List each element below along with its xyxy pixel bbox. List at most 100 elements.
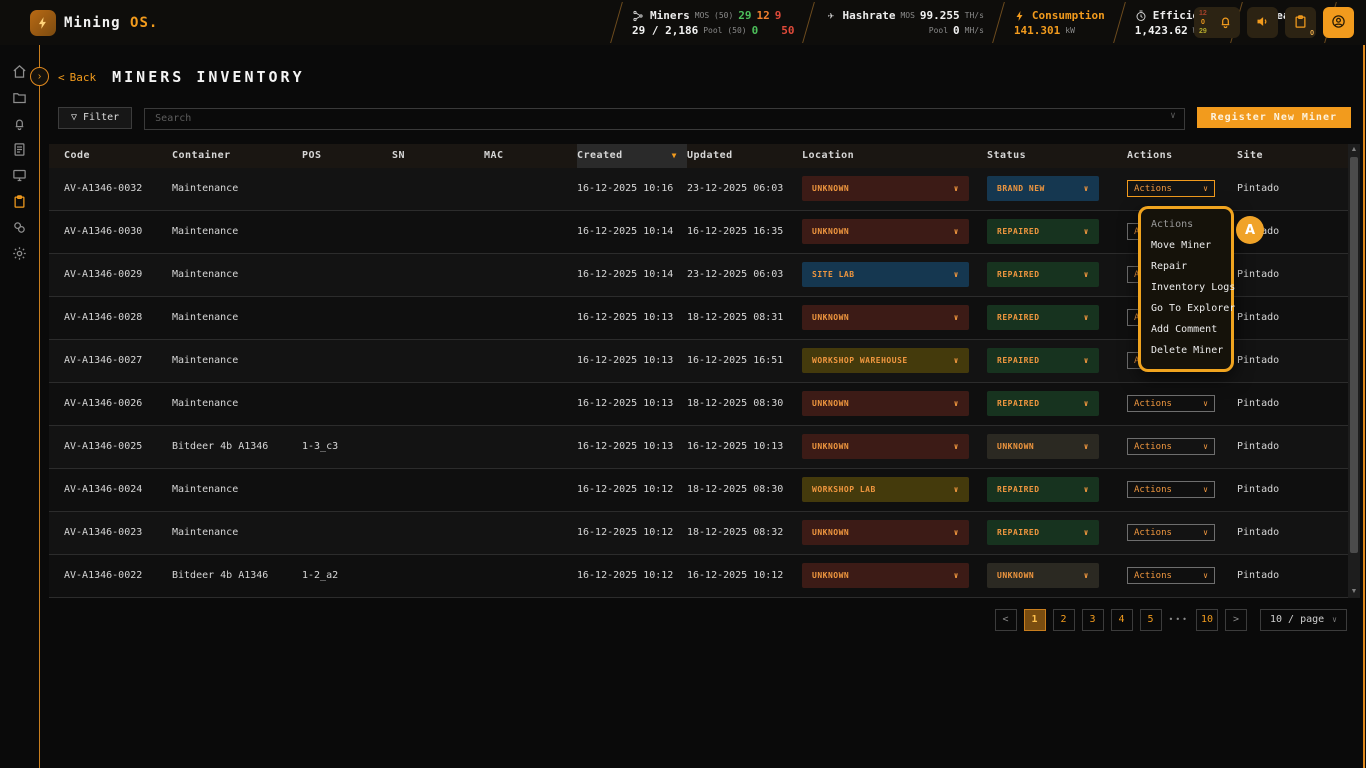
prev-page-button[interactable]: < <box>995 609 1017 631</box>
location-select[interactable]: UNKNOWN∨ <box>802 176 969 201</box>
page-button[interactable]: 1 <box>1024 609 1046 631</box>
status-select[interactable]: REPAIRED∨ <box>987 348 1099 373</box>
chevron-down-icon: ∨ <box>1203 184 1208 193</box>
status-select[interactable]: REPAIRED∨ <box>987 477 1099 502</box>
col-header-updated[interactable]: Updated <box>687 150 802 161</box>
miners-mos-warn: 12 <box>757 9 770 22</box>
actions-menu-item[interactable]: Inventory Logs <box>1141 277 1231 298</box>
col-header-pos[interactable]: POS <box>302 150 392 161</box>
speaker-icon <box>1255 14 1270 32</box>
location-select[interactable]: WORKSHOP LAB∨ <box>802 477 969 502</box>
location-select[interactable]: UNKNOWN∨ <box>802 563 969 588</box>
location-select[interactable]: UNKNOWN∨ <box>802 391 969 416</box>
back-button[interactable]: < Back <box>58 71 96 84</box>
status-select[interactable]: BRAND NEW∨ <box>987 176 1099 201</box>
actions-menu-item[interactable]: Repair <box>1141 256 1231 277</box>
actions-select[interactable]: Actions∨ <box>1127 481 1215 498</box>
sidebar-item-inventory[interactable] <box>9 193 31 209</box>
sidebar-item-monitor[interactable] <box>9 167 31 183</box>
col-header-code[interactable]: Code <box>49 150 172 161</box>
sidebar-item-home[interactable] <box>9 63 31 79</box>
sidebar-expand-toggle[interactable]: › <box>30 67 49 86</box>
col-header-container[interactable]: Container <box>172 150 302 161</box>
next-page-button[interactable]: > <box>1225 609 1247 631</box>
sidebar-item-transfers[interactable] <box>9 219 31 235</box>
miner-container: Maintenance <box>172 355 302 366</box>
table-row[interactable]: AV-A1346-0026 Maintenance 16-12-2025 10:… <box>49 383 1348 426</box>
actions-select[interactable]: Actions∨ <box>1127 180 1215 197</box>
consumption-label: Consumption <box>1032 9 1105 22</box>
col-header-status[interactable]: Status <box>987 150 1127 161</box>
actions-select[interactable]: Actions∨ <box>1127 567 1215 584</box>
miner-container: Bitdeer 4b A1346 <box>172 441 302 452</box>
col-header-location[interactable]: Location <box>802 150 987 161</box>
page-button[interactable]: 3 <box>1082 609 1104 631</box>
location-select[interactable]: UNKNOWN∨ <box>802 219 969 244</box>
status-select[interactable]: UNKNOWN∨ <box>987 563 1099 588</box>
tasks-button[interactable]: 0 <box>1285 7 1316 38</box>
search-input[interactable] <box>144 108 1184 130</box>
stat-separator <box>612 0 622 45</box>
col-header-site[interactable]: Site <box>1237 150 1348 161</box>
location-select[interactable]: WORKSHOP WAREHOUSE∨ <box>802 348 969 373</box>
actions-select[interactable]: Actions∨ <box>1127 438 1215 455</box>
hashrate-mos-value: 99.255 <box>920 9 960 22</box>
location-select[interactable]: UNKNOWN∨ <box>802 434 969 459</box>
chevron-down-icon: ∨ <box>1084 184 1089 193</box>
page-button[interactable]: 5 <box>1140 609 1162 631</box>
actions-menu-item[interactable]: Add Comment <box>1141 319 1231 340</box>
status-select[interactable]: REPAIRED∨ <box>987 391 1099 416</box>
page-button[interactable]: 4 <box>1111 609 1133 631</box>
miner-updated: 16-12-2025 16:35 <box>687 226 802 237</box>
col-header-sn[interactable]: SN <box>392 150 484 161</box>
miner-code: AV-A1346-0032 <box>49 183 172 194</box>
status-select[interactable]: REPAIRED∨ <box>987 219 1099 244</box>
table-row[interactable]: AV-A1346-0022 Bitdeer 4b A1346 1-2_a2 16… <box>49 555 1348 598</box>
miners-pool-err: 50 <box>781 24 794 37</box>
location-select[interactable]: UNKNOWN∨ <box>802 520 969 545</box>
table-row[interactable]: AV-A1346-0023 Maintenance 16-12-2025 10:… <box>49 512 1348 555</box>
actions-menu-item[interactable]: Move Miner <box>1141 235 1231 256</box>
col-header-created[interactable]: Created ▼ <box>577 144 687 168</box>
table-row[interactable]: AV-A1346-0024 Maintenance 16-12-2025 10:… <box>49 469 1348 512</box>
actions-select[interactable]: Actions∨ <box>1127 395 1215 412</box>
status-select[interactable]: UNKNOWN∨ <box>987 434 1099 459</box>
chevron-down-icon: ∨ <box>1203 399 1208 408</box>
sidebar-item-settings[interactable] <box>9 245 31 261</box>
status-select[interactable]: REPAIRED∨ <box>987 262 1099 287</box>
register-new-miner-button[interactable]: Register New Miner <box>1197 107 1351 128</box>
scrollbar-thumb[interactable] <box>1350 157 1358 553</box>
sidebar-item-alerts[interactable] <box>9 115 31 131</box>
location-select[interactable]: UNKNOWN∨ <box>802 305 969 330</box>
actions-select[interactable]: Actions∨ <box>1127 524 1215 541</box>
table-scrollbar[interactable]: ▲ ▼ <box>1348 144 1360 598</box>
notifications-button[interactable]: 12 0 29 <box>1194 7 1240 38</box>
back-chevron-icon: < <box>58 71 65 84</box>
actions-menu-item[interactable]: Delete Miner <box>1141 340 1231 361</box>
account-button[interactable] <box>1323 7 1354 38</box>
col-header-actions[interactable]: Actions <box>1127 150 1237 161</box>
status-select[interactable]: REPAIRED∨ <box>987 520 1099 545</box>
last-page-button[interactable]: 10 <box>1196 609 1218 631</box>
col-header-mac[interactable]: MAC <box>484 150 577 161</box>
location-select[interactable]: SITE LAB∨ <box>802 262 969 287</box>
miner-site: Pintado <box>1237 355 1348 366</box>
miner-created: 16-12-2025 10:12 <box>577 570 687 581</box>
page-button[interactable]: 2 <box>1053 609 1075 631</box>
page-size-select[interactable]: 10 / page ∨ <box>1260 609 1347 631</box>
miner-code: AV-A1346-0024 <box>49 484 172 495</box>
miner-created: 16-12-2025 10:13 <box>577 355 687 366</box>
sidebar-item-folders[interactable] <box>9 89 31 105</box>
scroll-down-icon[interactable]: ▼ <box>1351 588 1358 596</box>
bell-icon <box>12 116 27 131</box>
status-select[interactable]: REPAIRED∨ <box>987 305 1099 330</box>
table-row[interactable]: AV-A1346-0032 Maintenance 16-12-2025 10:… <box>49 168 1348 211</box>
actions-menu-item[interactable]: Go To Explorer <box>1141 298 1231 319</box>
sidebar-item-reports[interactable] <box>9 141 31 157</box>
scroll-up-icon[interactable]: ▲ <box>1351 146 1358 154</box>
sound-button[interactable] <box>1247 7 1278 38</box>
table-row[interactable]: AV-A1346-0025 Bitdeer 4b A1346 1-3_c3 16… <box>49 426 1348 469</box>
app-root: Mining OS. Miners MOS (50) 29 12 9 29 / … <box>0 0 1366 768</box>
filter-button[interactable]: ▽ Filter <box>58 107 132 129</box>
topbar: Mining OS. Miners MOS (50) 29 12 9 29 / … <box>0 0 1366 45</box>
